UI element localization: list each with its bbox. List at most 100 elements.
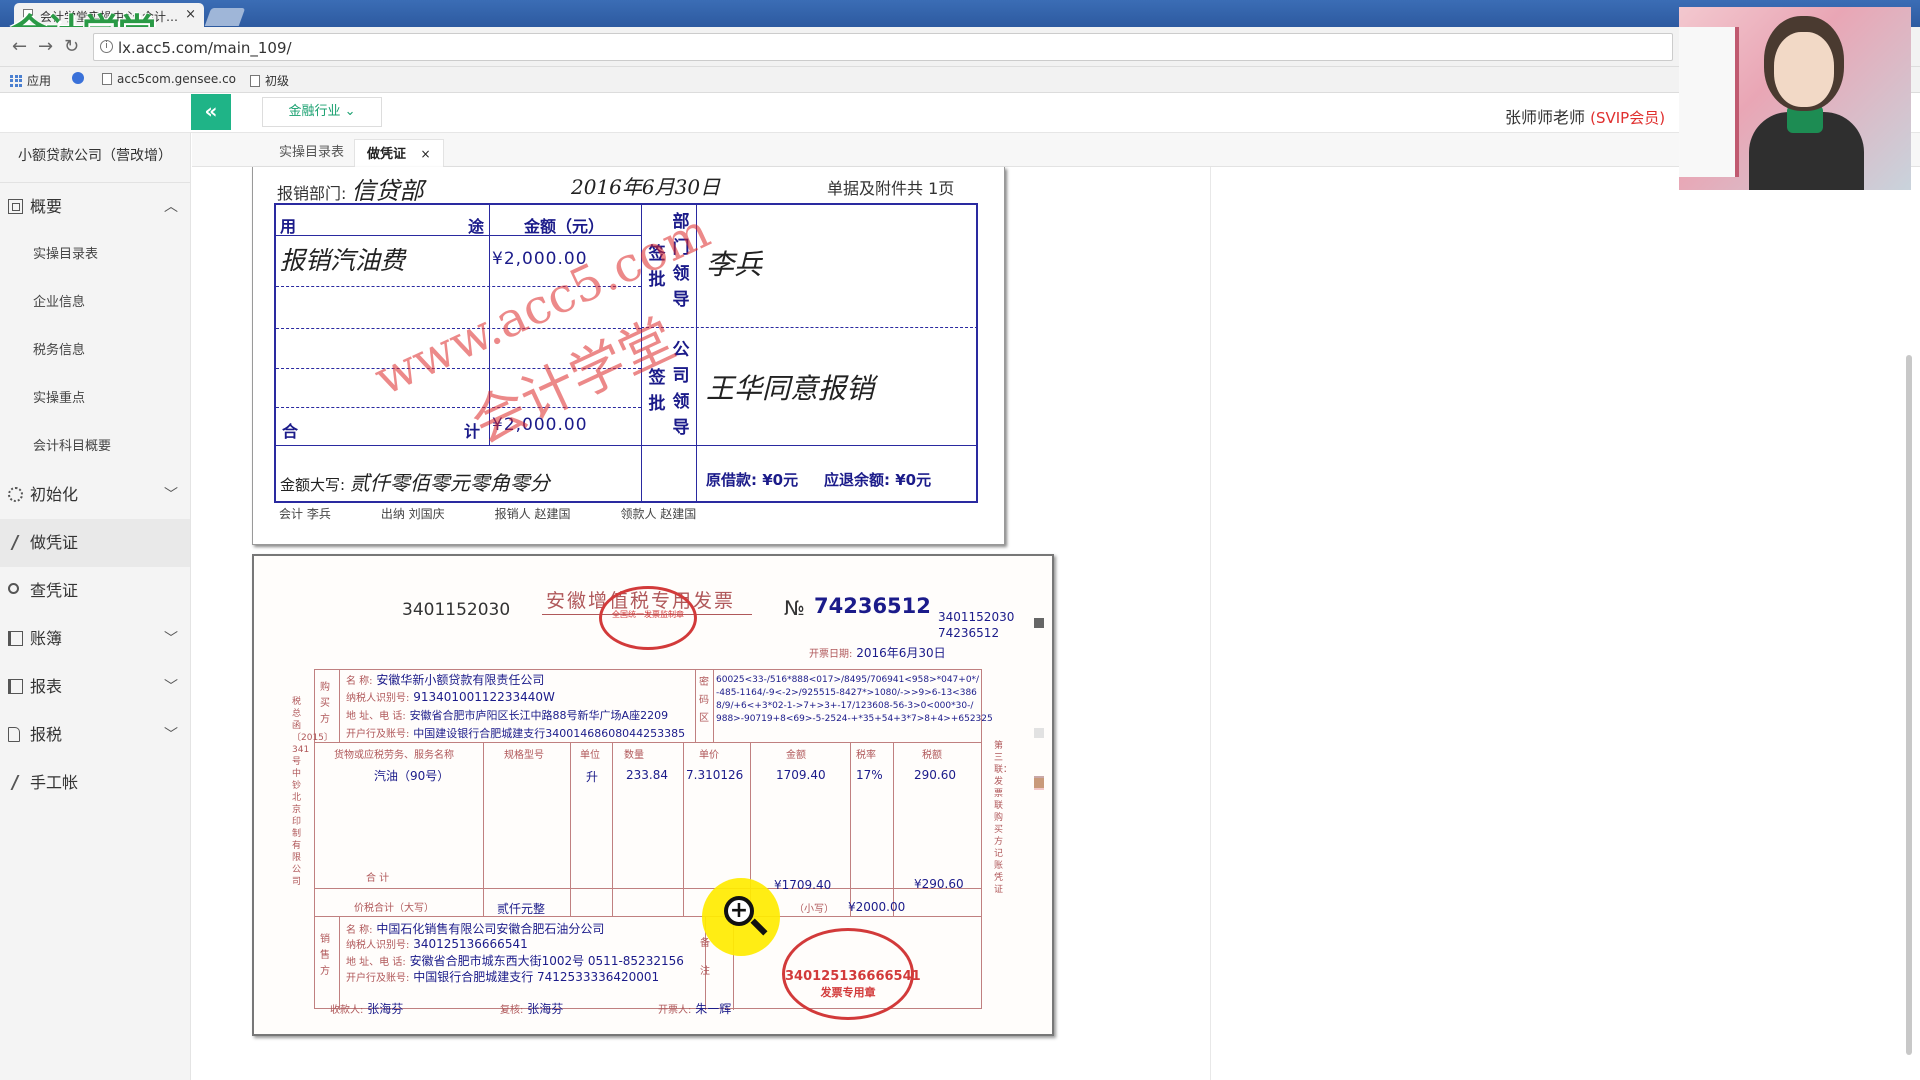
url-input[interactable]: i lx.acc5.com/main_109/: [93, 33, 1673, 61]
cipher-label: 密码区: [699, 677, 709, 724]
vat-invoice: 3401152030 安徽增值税专用发票 全国统一发票监制章 № 7423651…: [252, 554, 1054, 1036]
grid-line: [850, 742, 851, 916]
tab-catalog[interactable]: 实操目录表: [267, 139, 356, 167]
webcam-presenter-collar: [1787, 105, 1823, 133]
seller-addr-row: 地 址、电 话: 安徽省合肥市城东西大街1002号 0511-85232156: [346, 952, 684, 969]
drawer-name: 朱一辉: [695, 1002, 732, 1016]
report-icon: [8, 679, 23, 694]
back-arrow-icon[interactable]: ←: [12, 36, 27, 57]
field-label: 名 称:: [346, 925, 373, 936]
col-use-a: 用: [280, 217, 297, 236]
grid-line: [696, 205, 697, 503]
gear-icon: [8, 487, 23, 502]
invoice-code: 3401152030: [402, 600, 511, 620]
total-label: 合 计: [366, 873, 390, 884]
sidebar-item-tax[interactable]: 报税 ﹀: [0, 711, 190, 759]
sidebar-item-make-voucher[interactable]: 做凭证: [0, 519, 190, 567]
sidebar-item-init[interactable]: 初始化 ﹀: [0, 471, 190, 519]
forward-arrow-icon[interactable]: →: [38, 36, 53, 57]
advance-amount: 原借款: ¥0元: [706, 471, 799, 489]
sidebar: 小额贷款公司（营改增） 概要 ︿ 实操目录表 企业信息 税务信息 实操重点 会计…: [0, 133, 191, 1080]
reviewer-name: 张海芬: [527, 1002, 564, 1016]
sidebar-subitem-catalog[interactable]: 实操目录表: [0, 231, 190, 279]
bookmark-paw[interactable]: [72, 72, 84, 84]
sidebar-item-label: 初始化: [30, 485, 79, 504]
webcam-bookshelf: [1679, 27, 1739, 177]
grid-line: [315, 888, 981, 889]
goods-unit: 升: [586, 770, 599, 784]
sidebar-subitem-account-overview[interactable]: 会计科目概要: [0, 423, 190, 471]
number-symbol: №: [784, 596, 805, 620]
row1-amount: ¥2,000.00: [492, 249, 588, 269]
sidebar-item-query-voucher[interactable]: 查凭证: [0, 567, 190, 615]
col-amount: 金额（元）: [524, 217, 605, 236]
left-vertical-text: 税总函〔2015〕341号中钞北京印制有限公司: [292, 697, 333, 887]
grid-line: [339, 916, 340, 1010]
bookmark-gensee[interactable]: acc5com.gensee.co: [102, 72, 236, 86]
issue-date: 开票日期: 2016年6月30日: [809, 644, 946, 661]
zoom-cursor[interactable]: +: [702, 878, 780, 956]
book-icon: [8, 631, 23, 646]
address-bar-row: ← → ↻ i lx.acc5.com/main_109/: [0, 27, 1920, 67]
vertical-scrollbar[interactable]: [1906, 355, 1912, 1055]
close-tab-icon[interactable]: ×: [185, 7, 196, 22]
grid-line: [570, 742, 571, 916]
content-tab-bar: 实操目录表 做凭证 ×: [192, 133, 1920, 167]
tab-label: 实操目录表: [279, 145, 345, 160]
dept-value: 信贷部: [351, 177, 424, 205]
new-tab-button[interactable]: [204, 8, 246, 26]
price-header: 单价: [699, 750, 719, 761]
user-name: 张师师老师: [1505, 108, 1586, 127]
sign-reimburser: 报销人 赵建国: [494, 507, 571, 521]
total-amount: ¥2,000.00: [492, 415, 588, 435]
reload-icon[interactable]: ↻: [64, 36, 79, 57]
reviewer-field: 复核: 张海芬: [500, 1000, 563, 1017]
invoice-code-right: 3401152030: [938, 610, 1015, 624]
goods-rate: 17%: [856, 768, 883, 782]
grid-line: [893, 742, 894, 916]
dept-leader-label: 部门领导: [672, 212, 690, 310]
field-label: 开票人:: [658, 1005, 692, 1016]
goods-name: 汽油（90号）: [374, 769, 450, 783]
grid-line: [483, 742, 484, 916]
form-date: 2016年6月30日: [571, 175, 721, 199]
browser-tab-bar: 会计学堂实操中心_会计… × 会计学堂: [0, 0, 1920, 55]
user-info[interactable]: 张师师老师 (SVIP会员): [1505, 104, 1665, 128]
info-icon[interactable]: i: [100, 40, 113, 53]
sidebar-subitem-key-points[interactable]: 实操重点: [0, 375, 190, 423]
collapse-sidebar-button[interactable]: «: [191, 94, 231, 130]
bookmark-basic[interactable]: 初级: [250, 72, 289, 89]
unit-header: 单位: [580, 750, 600, 761]
grid-line: [315, 916, 981, 917]
chevron-down-icon: ﹀: [164, 487, 178, 503]
bookmark-apps[interactable]: 应用: [10, 72, 51, 89]
seal-number: 340125136666541: [785, 969, 921, 984]
sidebar-subitem-company-info[interactable]: 企业信息: [0, 279, 190, 327]
company-leader-signature: 王华同意报销: [706, 372, 875, 405]
chevron-up-icon: ︿: [164, 199, 178, 215]
sidebar-item-report[interactable]: 报表 ﹀: [0, 663, 190, 711]
apps-grid-icon: [10, 74, 22, 87]
tab-make-voucher[interactable]: 做凭证 ×: [354, 139, 444, 167]
sidebar-item-label: 概要: [30, 197, 63, 216]
industry-dropdown[interactable]: 金融行业 ⌄: [262, 97, 382, 127]
buyer-name: 安徽华新小额贷款有限责任公司: [376, 673, 545, 687]
chevron-down-icon: ﹀: [164, 679, 178, 695]
cipher-line: 988>-90719+8<69>-5-2524-+*35+54+3*7>8+4>…: [716, 714, 993, 724]
chevron-down-icon: ﹀: [164, 631, 178, 647]
grid-line: [641, 205, 642, 503]
total-label-a: 合: [282, 422, 299, 441]
field-label: 纳税人识别号:: [346, 940, 410, 951]
payee-field: 收款人: 张海芬: [330, 1000, 403, 1017]
payee-name: 张海芬: [367, 1002, 404, 1016]
close-tab-icon[interactable]: ×: [421, 147, 431, 161]
sidebar-item-manual[interactable]: 手工帐: [0, 759, 190, 807]
issue-date-value: 2016年6月30日: [856, 646, 946, 660]
field-label: 地 址、电 话:: [346, 711, 406, 722]
sidebar-item-overview[interactable]: 概要 ︿: [0, 183, 190, 231]
grid-line: [276, 407, 641, 408]
sidebar-subitem-tax-info[interactable]: 税务信息: [0, 327, 190, 375]
sidebar-item-ledger[interactable]: 账簿 ﹀: [0, 615, 190, 663]
page-icon: [250, 74, 260, 87]
capital-label: 金额大写:: [280, 476, 346, 494]
